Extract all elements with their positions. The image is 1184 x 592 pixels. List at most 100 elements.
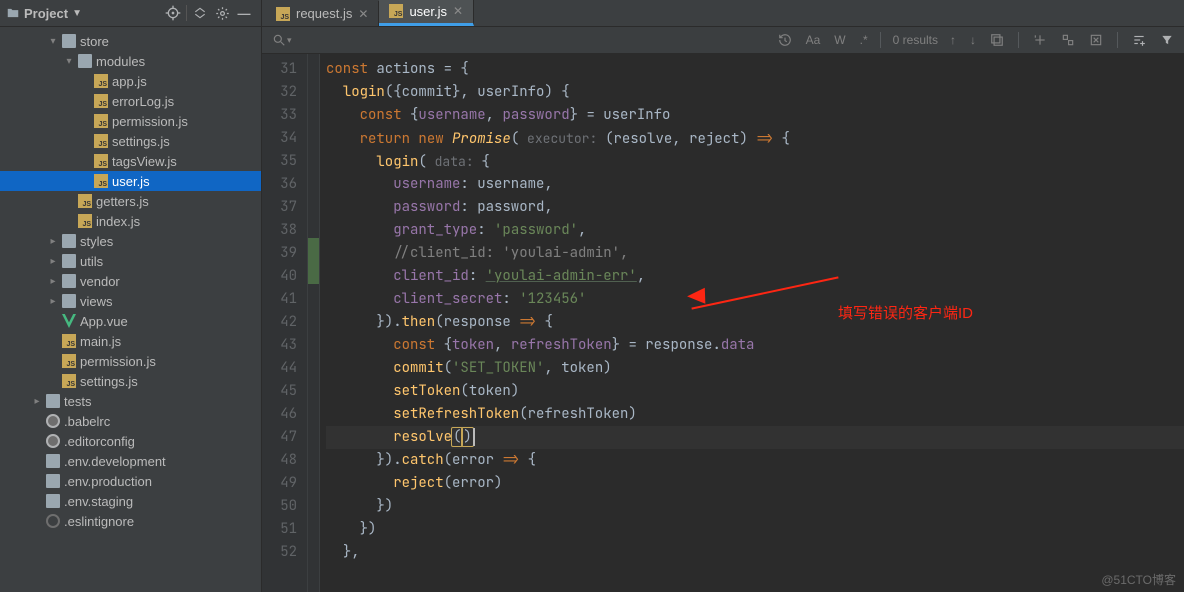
line-number[interactable]: 41: [262, 288, 307, 311]
tree-item[interactable]: ▸tests: [0, 391, 261, 411]
expand-arrow-icon[interactable]: ▸: [48, 276, 58, 287]
expand-icon[interactable]: [189, 2, 211, 24]
code-line[interactable]: password: password,: [326, 196, 1184, 219]
expand-arrow-icon[interactable]: ▸: [48, 256, 58, 267]
tree-item[interactable]: ▸views: [0, 291, 261, 311]
tree-item[interactable]: JSpermission.js: [0, 351, 261, 371]
tree-item[interactable]: App.vue: [0, 311, 261, 331]
tree-item[interactable]: JStagsView.js: [0, 151, 261, 171]
code-line[interactable]: reject(error): [326, 472, 1184, 495]
tree-item[interactable]: ▸styles: [0, 231, 261, 251]
line-number[interactable]: 49: [262, 472, 307, 495]
tree-item[interactable]: ▾modules: [0, 51, 261, 71]
line-number[interactable]: 36: [262, 173, 307, 196]
code-line[interactable]: //client_id: 'youlai-admin',: [326, 242, 1184, 265]
code-line[interactable]: setRefreshToken(refreshToken): [326, 403, 1184, 426]
line-gutter[interactable]: 3132333435363738394041424344454647484950…: [262, 54, 308, 592]
line-number[interactable]: 52: [262, 541, 307, 564]
code-line[interactable]: }): [326, 495, 1184, 518]
code-line[interactable]: resolve(): [326, 426, 1184, 449]
line-number[interactable]: 42: [262, 311, 307, 334]
close-icon[interactable]: ✕: [453, 4, 463, 18]
code-line[interactable]: username: username,: [326, 173, 1184, 196]
line-number[interactable]: 40: [262, 265, 307, 288]
line-number[interactable]: 50: [262, 495, 307, 518]
line-number[interactable]: 31: [262, 58, 307, 81]
code-line[interactable]: client_id: 'youlai-admin-err',: [326, 265, 1184, 288]
tree-item[interactable]: .editorconfig: [0, 431, 261, 451]
code-line[interactable]: return new Promise( executor: (resolve, …: [326, 127, 1184, 150]
tree-item[interactable]: JSindex.js: [0, 211, 261, 231]
code-line[interactable]: setToken(token): [326, 380, 1184, 403]
search-icon[interactable]: ▾: [272, 33, 292, 47]
tree-item[interactable]: .env.development: [0, 451, 261, 471]
filter-icon[interactable]: [1160, 33, 1174, 47]
expand-arrow-icon[interactable]: ▸: [48, 236, 58, 247]
history-icon[interactable]: [778, 33, 792, 47]
file-tree[interactable]: ▾store▾modulesJSapp.jsJSerrorLog.jsJSper…: [0, 27, 261, 592]
toggle-filter-icon[interactable]: [1132, 33, 1146, 47]
tree-item[interactable]: ▾store: [0, 31, 261, 51]
tree-item[interactable]: .env.production: [0, 471, 261, 491]
next-match-icon[interactable]: ↓: [970, 33, 976, 47]
line-number[interactable]: 39: [262, 242, 307, 265]
code-line[interactable]: login( data: {: [326, 150, 1184, 173]
code-line[interactable]: commit('SET_TOKEN', token): [326, 357, 1184, 380]
tree-item[interactable]: JSsettings.js: [0, 371, 261, 391]
remove-occurrence-icon[interactable]: [1089, 33, 1103, 47]
line-number[interactable]: 44: [262, 357, 307, 380]
code-line[interactable]: }).catch(error => {: [326, 449, 1184, 472]
project-dropdown[interactable]: Project ▼: [6, 6, 82, 21]
tree-item[interactable]: JSuser.js: [0, 171, 261, 191]
regex-icon[interactable]: .*: [860, 33, 868, 47]
words-icon[interactable]: W: [834, 33, 845, 47]
code-line[interactable]: }).then(response => {: [326, 311, 1184, 334]
line-number[interactable]: 51: [262, 518, 307, 541]
target-icon[interactable]: [162, 2, 184, 24]
code-line[interactable]: const {username, password} = userInfo: [326, 104, 1184, 127]
close-icon[interactable]: ✕: [358, 7, 368, 21]
line-number[interactable]: 37: [262, 196, 307, 219]
gear-icon[interactable]: [211, 2, 233, 24]
add-selection-icon[interactable]: [1033, 33, 1047, 47]
tree-item[interactable]: ▸utils: [0, 251, 261, 271]
code-line[interactable]: },: [326, 541, 1184, 564]
code-line[interactable]: }): [326, 518, 1184, 541]
select-all-icon[interactable]: [990, 33, 1004, 47]
tree-item[interactable]: .env.staging: [0, 491, 261, 511]
prev-match-icon[interactable]: ↑: [950, 33, 956, 47]
line-number[interactable]: 35: [262, 150, 307, 173]
code-line[interactable]: const {token, refreshToken} = response.d…: [326, 334, 1184, 357]
expand-arrow-icon[interactable]: ▾: [48, 36, 58, 47]
expand-arrow-icon[interactable]: ▸: [48, 296, 58, 307]
expand-arrow-icon[interactable]: ▾: [64, 56, 74, 67]
code-content[interactable]: const actions = { login({commit}, userIn…: [320, 54, 1184, 592]
line-number[interactable]: 32: [262, 81, 307, 104]
editor-tab[interactable]: JSuser.js✕: [379, 0, 474, 26]
tree-item[interactable]: ▸vendor: [0, 271, 261, 291]
tree-item[interactable]: .babelrc: [0, 411, 261, 431]
select-occurrences-icon[interactable]: [1061, 33, 1075, 47]
minimize-icon[interactable]: —: [233, 2, 255, 24]
line-number[interactable]: 46: [262, 403, 307, 426]
line-number[interactable]: 38: [262, 219, 307, 242]
line-number[interactable]: 34: [262, 127, 307, 150]
line-number[interactable]: 48: [262, 449, 307, 472]
line-number[interactable]: 47: [262, 426, 307, 449]
tree-item[interactable]: JSapp.js: [0, 71, 261, 91]
tree-item[interactable]: .eslintignore: [0, 511, 261, 531]
line-number[interactable]: 33: [262, 104, 307, 127]
tree-item[interactable]: JSsettings.js: [0, 131, 261, 151]
code-line[interactable]: const actions = {: [326, 58, 1184, 81]
tree-item[interactable]: JSmain.js: [0, 331, 261, 351]
match-case-icon[interactable]: Aa: [806, 33, 821, 47]
expand-arrow-icon[interactable]: ▸: [32, 396, 42, 407]
line-number[interactable]: 43: [262, 334, 307, 357]
line-number[interactable]: 45: [262, 380, 307, 403]
tree-item[interactable]: JSerrorLog.js: [0, 91, 261, 111]
code-line[interactable]: grant_type: 'password',: [326, 219, 1184, 242]
code-line[interactable]: login({commit}, userInfo) {: [326, 81, 1184, 104]
tree-item[interactable]: JSpermission.js: [0, 111, 261, 131]
search-input[interactable]: [304, 33, 504, 48]
tree-item[interactable]: JSgetters.js: [0, 191, 261, 211]
